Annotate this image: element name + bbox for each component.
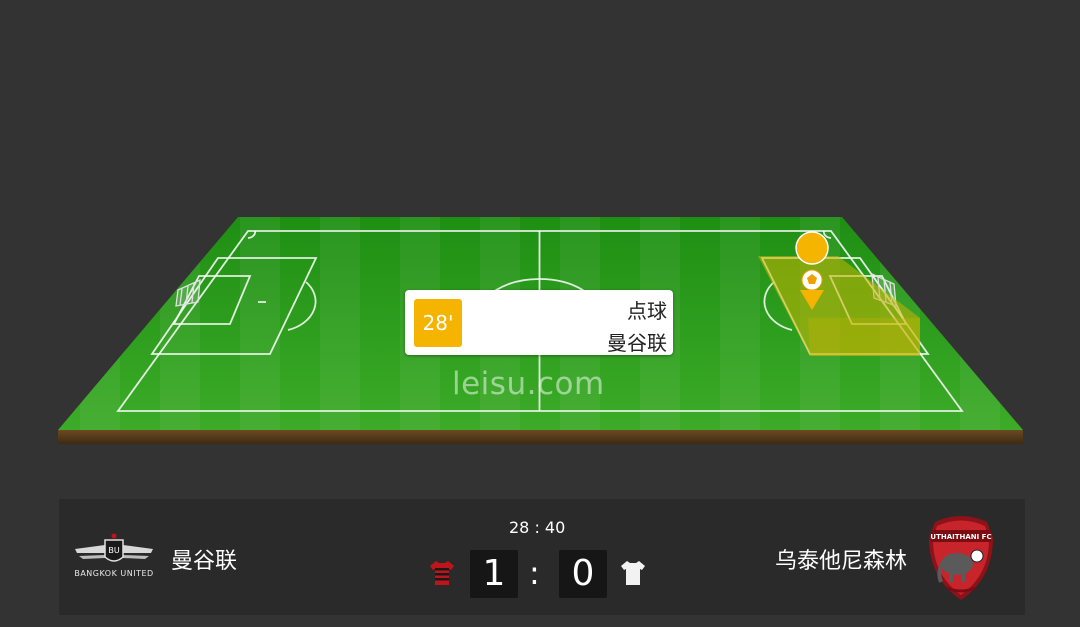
event-minute-badge: 28' [414,299,462,347]
event-team-label: 曼谷联 [607,331,667,355]
match-clock: 28 : 40 [509,518,566,537]
scoreboard: BU BANGKOK UNITED 曼谷联 28 : 40 1 : 0 乌泰他尼… [59,499,1025,615]
home-team-logo: BU BANGKOK UNITED [73,533,155,583]
uthaithani-fc-crest-icon: UTHAITHANI FC [929,516,993,600]
svg-text:BU: BU [108,546,119,555]
home-team-name: 曼谷联 [171,549,238,574]
bangkok-united-crest-icon: BU [75,533,153,562]
away-score: 0 [559,550,607,598]
pitch-area: 28' 点球 曼谷联 leisu.com [0,0,1080,470]
away-team-logo: UTHAITHANI FC [921,512,1001,604]
watermark-text: leisu.com [452,366,605,402]
pitch-dirt-edge [58,430,1023,444]
home-score: 1 [470,550,518,598]
event-type-label: 点球 [627,299,667,323]
event-card: 28' 点球 曼谷联 [405,290,673,355]
score-separator: : [529,554,540,592]
home-logo-text: BANGKOK UNITED [74,569,154,578]
away-jersey-icon [621,561,645,585]
away-logo-text: UTHAITHANI FC [930,533,991,541]
away-team-name: 乌泰他尼森林 [774,549,907,574]
home-jersey-icon [430,561,454,585]
